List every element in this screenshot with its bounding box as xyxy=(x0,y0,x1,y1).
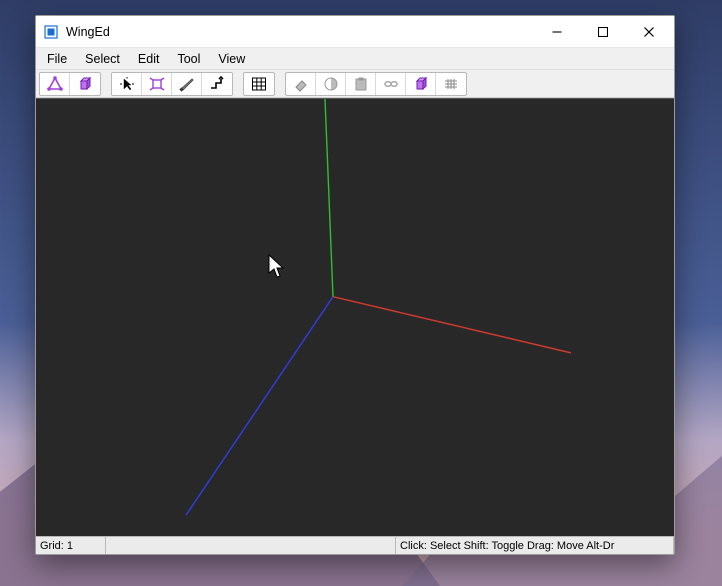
menu-tool[interactable]: Tool xyxy=(168,48,209,69)
shaded-icon xyxy=(322,76,340,92)
toolbar xyxy=(36,70,674,98)
status-blank-cell xyxy=(106,537,396,554)
close-icon xyxy=(644,27,654,37)
menu-bar: File Select Edit Tool View xyxy=(36,48,674,70)
extrude-icon xyxy=(208,76,226,92)
tool-shaded-view[interactable] xyxy=(316,73,346,95)
tool-select-cube[interactable] xyxy=(70,73,100,95)
tool-eraser[interactable] xyxy=(286,73,316,95)
tool-select-vertex[interactable] xyxy=(40,73,70,95)
shaded-cube-icon xyxy=(412,76,430,92)
tool-link[interactable] xyxy=(376,73,406,95)
tool-pointer[interactable] xyxy=(112,73,142,95)
app-icon xyxy=(38,24,64,40)
cube-tool-icon xyxy=(76,76,94,92)
menu-select[interactable]: Select xyxy=(76,48,129,69)
status-help-cell: Click: Select Shift: Toggle Drag: Move A… xyxy=(396,537,674,554)
axis-x xyxy=(333,297,571,353)
viewport-axes xyxy=(36,99,674,536)
knife-icon xyxy=(178,76,196,92)
clipboard-icon xyxy=(352,76,370,92)
app-window: WingEd File Select Edit xyxy=(35,15,675,555)
tool-grid-toggle[interactable] xyxy=(244,73,274,95)
tool-axes-grid[interactable] xyxy=(436,73,466,95)
tool-scale[interactable] xyxy=(142,73,172,95)
axes-grid-icon xyxy=(442,76,460,92)
status-bar: Grid: 1 Click: Select Shift: Toggle Drag… xyxy=(36,536,674,554)
status-grid-value: 1 xyxy=(67,540,73,552)
menu-file[interactable]: File xyxy=(38,48,76,69)
desktop-background: WingEd File Select Edit xyxy=(0,0,722,586)
link-icon xyxy=(382,76,400,92)
status-grid-label: Grid: xyxy=(40,540,64,552)
scale-icon xyxy=(148,76,166,92)
3d-viewport[interactable] xyxy=(36,98,674,536)
minimize-icon xyxy=(552,27,562,37)
status-grid-cell: Grid: 1 xyxy=(36,537,106,554)
grid-icon xyxy=(250,76,268,92)
tool-knife[interactable] xyxy=(172,73,202,95)
title-bar[interactable]: WingEd xyxy=(36,16,674,48)
menu-view[interactable]: View xyxy=(209,48,254,69)
menu-edit[interactable]: Edit xyxy=(129,48,169,69)
pointer-icon xyxy=(118,76,136,92)
maximize-icon xyxy=(598,27,608,37)
vertex-tool-icon xyxy=(46,76,64,92)
tool-clipboard[interactable] xyxy=(346,73,376,95)
tool-extrude[interactable] xyxy=(202,73,232,95)
minimize-button[interactable] xyxy=(534,16,580,48)
axis-y xyxy=(325,99,333,297)
status-help-text: Click: Select Shift: Toggle Drag: Move A… xyxy=(400,540,614,552)
axis-z xyxy=(186,297,333,516)
maximize-button[interactable] xyxy=(580,16,626,48)
close-button[interactable] xyxy=(626,16,672,48)
window-title: WingEd xyxy=(64,25,534,39)
eraser-icon xyxy=(292,76,310,92)
tool-shaded-cube[interactable] xyxy=(406,73,436,95)
